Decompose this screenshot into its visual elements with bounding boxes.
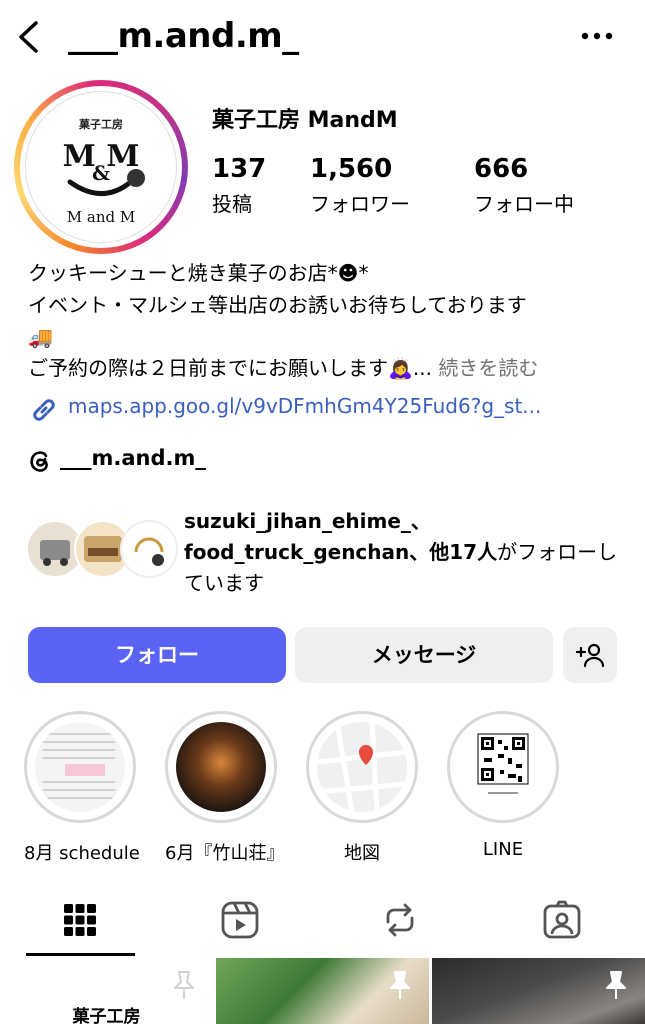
highlight-label: LINE — [482, 839, 524, 860]
link-url: maps.app.goo.gl/v9vDFmhGm4Y25Fud6?g_st..… — [68, 394, 542, 418]
mutual-followers-avatars[interactable] — [26, 520, 178, 582]
highlight-map[interactable]: 地図 — [306, 711, 418, 865]
tab-reels[interactable] — [186, 890, 294, 952]
post-thumbnail[interactable] — [216, 958, 429, 1024]
active-tab-indicator — [26, 953, 135, 956]
highlight-line-thumb — [458, 722, 548, 812]
profile-avatar: 菓子工房 M M & M and M — [25, 91, 177, 243]
tagged-person-icon — [543, 900, 581, 939]
tab-tagged[interactable] — [508, 890, 616, 952]
username-title: ___m.and.m_ — [68, 16, 299, 56]
posts-stat[interactable]: 137 投稿 — [212, 154, 266, 217]
display-name: 菓子工房 MandM — [212, 108, 398, 133]
tab-posts-grid[interactable] — [26, 890, 134, 952]
more-options-icon[interactable] — [578, 28, 616, 44]
mutual-avatar — [120, 520, 178, 578]
svg-text:菓子工房: 菓子工房 — [78, 117, 123, 131]
following-count: 666 — [474, 154, 529, 184]
top-bar: ___m.and.m_ — [0, 0, 645, 76]
add-person-icon — [575, 643, 605, 668]
read-more-link[interactable]: 続きを読む — [438, 356, 538, 380]
svg-text:M and M: M and M — [67, 208, 135, 226]
following-label: フォロー中 — [474, 192, 574, 216]
posts-label: 投稿 — [212, 192, 252, 216]
external-link[interactable]: maps.app.goo.gl/v9vDFmhGm4Y25Fud6?g_st..… — [28, 392, 618, 426]
reels-icon — [221, 901, 259, 939]
following-stat[interactable]: 666 フォロー中 — [474, 154, 574, 217]
post-thumbnail[interactable] — [432, 958, 645, 1024]
tab-reposts[interactable] — [346, 890, 454, 952]
profile-avatar-ring[interactable]: 菓子工房 M M & M and M — [14, 80, 188, 254]
followers-label: フォロワー — [310, 192, 410, 216]
highlight-schedule-thumb — [35, 722, 125, 812]
highlight-event[interactable]: 6月『竹山荘』 — [165, 711, 285, 865]
highlight-event-thumb — [176, 722, 266, 812]
follow-button[interactable]: フォロー — [28, 627, 286, 683]
post-grid: 菓子工房 — [0, 958, 645, 1024]
pinned-icon — [390, 971, 410, 999]
threads-handle: ___m.and.m_ — [60, 446, 206, 470]
followers-stat[interactable]: 1,560 フォロワー — [310, 154, 410, 217]
bio-line-4: ご予約の際は２日前までにお願いします🙇‍♀️... 続きを読む — [28, 353, 618, 383]
followers-count: 1,560 — [310, 154, 393, 184]
bio-line-1: クッキーシューと焼き菓子のお店*☻* — [28, 261, 369, 285]
svg-text:&: & — [92, 161, 110, 185]
highlight-label: 地図 — [344, 843, 380, 864]
bio-line-4-text: ご予約の際は２日前までにお願いします🙇‍♀️... — [28, 356, 432, 380]
highlight-map-thumb — [317, 722, 407, 812]
grid-icon — [64, 904, 96, 936]
highlight-label: 6月『竹山荘』 — [165, 843, 285, 864]
bio-line-3: 🚚 — [28, 325, 53, 349]
link-icon — [33, 399, 55, 421]
highlight-label: 8月 schedule — [24, 843, 140, 864]
bio-line-2: イベント・マルシェ等出店のお誘いお待ちしております — [28, 293, 527, 317]
mutual-names: suzuki_jihan_ehime_、food_truck_genchan — [184, 509, 431, 564]
pinned-icon — [174, 971, 194, 999]
posts-count: 137 — [212, 154, 267, 184]
pinned-icon — [606, 971, 626, 999]
highlight-schedule[interactable]: 8月 schedule — [24, 711, 140, 865]
shop-logo: 菓子工房 M M & M and M — [63, 117, 145, 226]
qr-code-icon — [477, 733, 529, 794]
highlight-line[interactable]: LINE — [447, 711, 559, 860]
suggest-people-button[interactable] — [563, 627, 617, 683]
post-thumbnail-text: 菓子工房 — [72, 1007, 141, 1024]
mutual-others: 、他17人 — [409, 540, 498, 564]
repost-icon — [386, 903, 414, 937]
threads-icon — [30, 451, 48, 472]
post-thumbnail[interactable]: 菓子工房 — [0, 958, 213, 1024]
mutual-followers-text[interactable]: suzuki_jihan_ehime_、food_truck_genchan、他… — [184, 506, 624, 599]
back-arrow-icon[interactable] — [14, 20, 44, 54]
profile-tabs — [0, 890, 645, 956]
message-button[interactable]: メッセージ — [295, 627, 553, 683]
